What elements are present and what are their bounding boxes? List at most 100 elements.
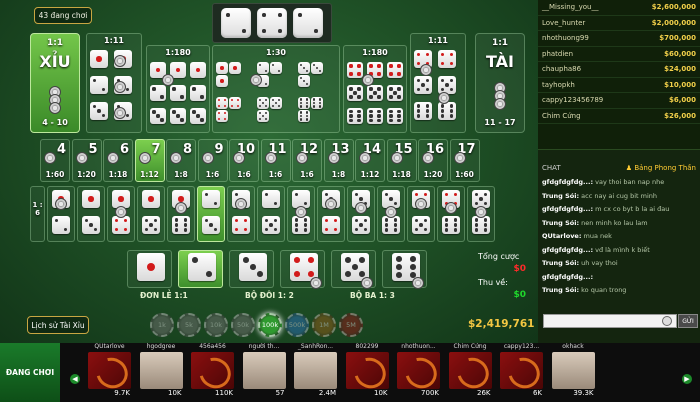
player-card[interactable]: _SanhRon... 2.4M: [290, 343, 341, 402]
chip-50k[interactable]: 50k: [231, 313, 255, 337]
player-avatar: [500, 352, 543, 389]
pip: [258, 63, 262, 67]
bet-total-7[interactable]: 7 1:12: [134, 139, 165, 182]
arrow-left-icon[interactable]: ◀: [70, 374, 80, 384]
bet-any-triple[interactable]: 1:30: [212, 45, 340, 133]
pip: [449, 104, 454, 108]
bet-total-17[interactable]: 17 1:60: [449, 139, 480, 182]
pip: [324, 192, 329, 197]
emoji-icon[interactable]: [662, 316, 672, 326]
pip: [271, 63, 275, 67]
chat-user: gfdgfdgfdg...:: [542, 205, 594, 214]
players-online-badge[interactable]: 43 đang chơi: [34, 7, 92, 24]
leaderboard-name: chaupha86: [542, 65, 582, 74]
die-face: [216, 75, 228, 87]
pip: [440, 109, 445, 113]
pip: [393, 228, 398, 232]
player-card[interactable]: cappy123... 6K: [496, 343, 547, 402]
player-card[interactable]: nhothuon... 700K: [393, 343, 444, 402]
playing-tab[interactable]: ĐANG CHƠI: [0, 343, 60, 402]
chip-1M[interactable]: 1M: [312, 313, 336, 337]
bet-total-14[interactable]: 14 1:12: [355, 139, 385, 182]
pip: [92, 104, 97, 109]
chip-500k[interactable]: 500k: [285, 313, 309, 337]
die-face: [322, 216, 340, 234]
bet-total-8[interactable]: 8 1:8: [166, 139, 196, 182]
pip: [258, 104, 262, 108]
admin-link[interactable]: ♟ Bảng Phong Thần: [626, 164, 696, 172]
send-button[interactable]: GỬI: [678, 314, 698, 328]
bet-total-13[interactable]: 13 1:8: [323, 139, 354, 182]
bet-total-16[interactable]: 16 1:20: [418, 139, 448, 182]
player-card[interactable]: hgodgree 10K: [136, 343, 187, 402]
history-button[interactable]: Lịch sử Tài Xỉu: [27, 316, 89, 334]
pip: [180, 95, 184, 99]
bet-tai[interactable]: 1:1 TÀI 11 - 17: [475, 33, 525, 133]
player-card[interactable]: người th... 57: [239, 343, 290, 402]
pip: [192, 87, 196, 91]
pip: [440, 87, 445, 92]
arrow-right-icon[interactable]: ▶: [682, 374, 692, 384]
bet-total-10[interactable]: 10 1:6: [229, 139, 259, 182]
pip: [217, 104, 221, 108]
bet-chip: [175, 202, 187, 214]
chat-message: Trung Sói: uh vay thoi: [538, 257, 700, 271]
bet-total-5[interactable]: 5 1:20: [71, 139, 102, 182]
bet-xiu[interactable]: 1:1 XỈU 4 - 10: [30, 33, 80, 133]
bet-total-9[interactable]: 9 1:6: [197, 139, 228, 182]
chat-message: Trung Sói: ko quan trong: [538, 284, 700, 298]
pip: [389, 109, 393, 114]
chip-5M[interactable]: 5M: [339, 313, 363, 337]
pip: [349, 87, 353, 91]
pip: [369, 118, 373, 123]
player-card[interactable]: 456a456 110K: [187, 343, 238, 402]
player-card[interactable]: okhack 39.3K: [548, 343, 599, 402]
leaderboard-amount: $60,000: [664, 49, 696, 58]
bet-total-11[interactable]: 11 1:6: [260, 139, 291, 182]
player-card[interactable]: Chim Cứng 26K: [445, 343, 496, 402]
pip: [200, 95, 204, 99]
pip: [353, 91, 357, 95]
bet-total-15[interactable]: 15 1:18: [386, 139, 417, 182]
pip: [359, 223, 363, 227]
die-face: [270, 62, 282, 74]
pip: [483, 223, 488, 227]
pip: [180, 118, 184, 122]
pip: [264, 98, 268, 102]
total-odds: 1:6: [300, 170, 314, 179]
chat-input[interactable]: [543, 314, 677, 328]
player-card[interactable]: 802299 10K: [342, 343, 393, 402]
pip: [449, 61, 454, 66]
chip-10k[interactable]: 10k: [204, 313, 228, 337]
pip: [444, 228, 449, 232]
chip-5k[interactable]: 5k: [177, 313, 201, 337]
bet-total-4[interactable]: 4 1:60: [40, 139, 70, 182]
die-face: [438, 76, 456, 94]
chip-100k[interactable]: 100k: [258, 313, 282, 337]
total-odds: 1:20: [77, 170, 96, 179]
pip: [377, 109, 381, 114]
die-face: [298, 110, 310, 122]
bet-chip: [44, 152, 56, 164]
pip: [453, 192, 458, 197]
die-face: [387, 62, 403, 78]
bet-total-6[interactable]: 6 1:18: [103, 139, 133, 182]
pip: [88, 196, 94, 202]
pip: [305, 118, 309, 121]
pip: [369, 95, 373, 99]
die-face: [172, 216, 190, 234]
die-face: [311, 97, 323, 109]
bet-total-12[interactable]: 12 1:6: [292, 139, 322, 182]
pip: [258, 111, 262, 115]
pip: [421, 83, 425, 87]
pip: [377, 72, 381, 76]
bet-chip: [385, 206, 397, 218]
pip: [318, 105, 322, 108]
pip: [384, 218, 389, 222]
pip: [220, 79, 224, 83]
pip: [440, 104, 445, 108]
pip: [204, 192, 209, 197]
player-card[interactable]: QUtarlove 9.7K: [84, 343, 135, 402]
chip-1k[interactable]: 1k: [150, 313, 174, 337]
pip: [384, 223, 389, 227]
